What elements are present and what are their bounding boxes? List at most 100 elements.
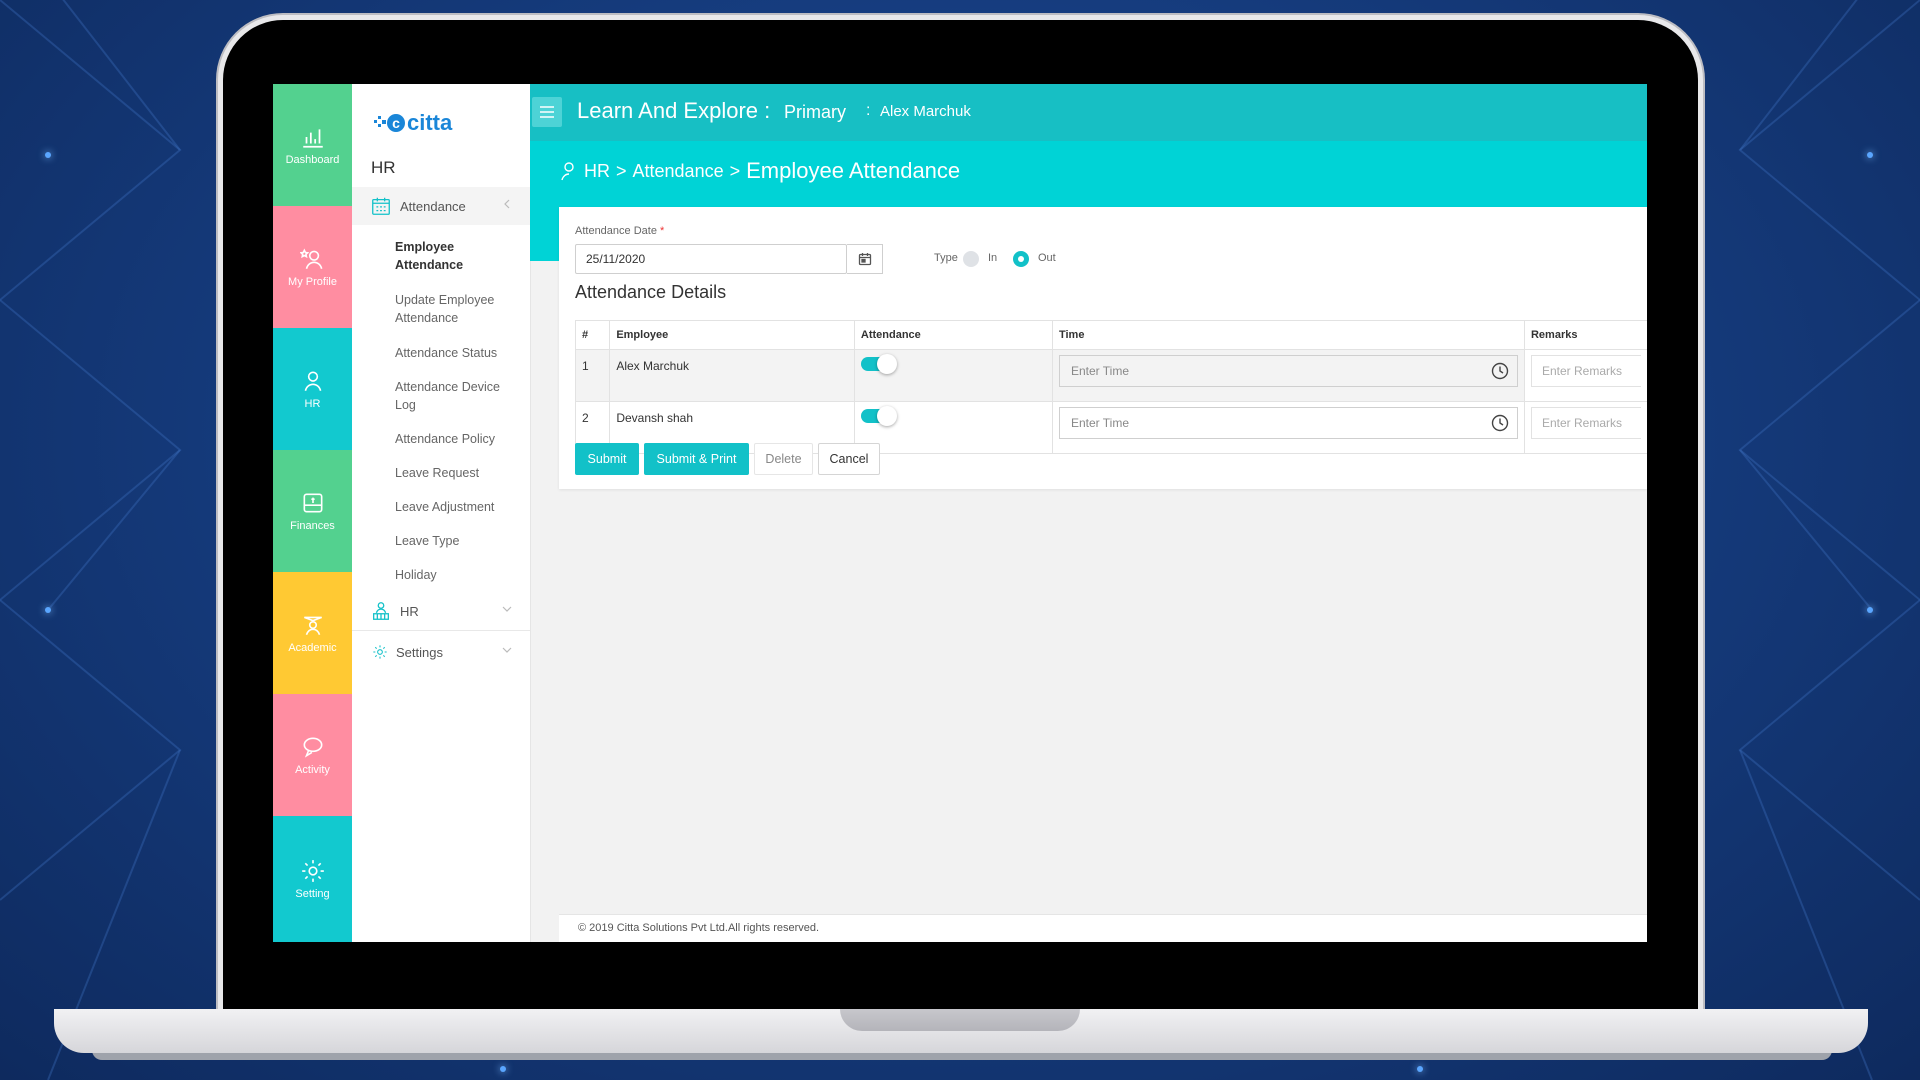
rail-item-setting[interactable]: Setting (273, 816, 352, 942)
table-row: 1 Alex Marchuk Enter Time Enter Remarks (574, 349, 1647, 402)
calendar-icon (858, 253, 871, 266)
attendance-toggle[interactable] (860, 354, 901, 374)
menu-group-label: Attendance (400, 198, 466, 214)
menu-group-hr[interactable]: HR (352, 592, 530, 631)
submenu-leave-request[interactable]: Leave Request (395, 464, 520, 482)
submenu-leave-type[interactable]: Leave Type (395, 532, 520, 550)
menu-group-settings[interactable]: Settings (352, 633, 530, 671)
rail-item-finances[interactable]: Finances (273, 450, 352, 572)
attendance-card: Attendance Date * 25/11/2020 Type In Out… (559, 207, 1647, 489)
time-placeholder: Enter Time (1070, 364, 1130, 378)
date-picker-button[interactable] (847, 244, 883, 274)
header-separator: : (866, 102, 871, 119)
chat-bubble-icon (303, 737, 322, 758)
section-title: Attendance Details (575, 282, 727, 302)
app-screen: Dashboard My Profile HR Finances Academi… (273, 84, 1647, 942)
column-header: Employee (609, 320, 855, 350)
side-menu-title: HR (371, 158, 396, 177)
glow-dot (45, 152, 51, 158)
person-icon (561, 162, 574, 181)
remarks-input[interactable]: Enter Remarks (1530, 407, 1641, 439)
remarks-cell: Enter Remarks (1523, 401, 1647, 454)
row-number: 1 (574, 349, 611, 402)
type-in-radio[interactable] (963, 251, 979, 267)
icon-rail: Dashboard My Profile HR Finances Academi… (273, 84, 352, 942)
calendar-icon (372, 197, 390, 215)
breadcrumb-current: Employee Attendance (746, 158, 961, 183)
remarks-input[interactable]: Enter Remarks (1530, 355, 1641, 387)
menu-toggle-button[interactable] (532, 97, 562, 127)
rail-label: Finances (290, 520, 335, 532)
required-mark: * (660, 225, 665, 237)
employee-name: Alex Marchuk (609, 349, 855, 402)
top-bar: Learn And Explore : Primary : Alex March… (530, 84, 1647, 141)
time-cell: Enter Time (1051, 401, 1525, 454)
time-input[interactable]: Enter Time (1058, 407, 1518, 439)
svg-text:c: c (392, 115, 400, 131)
time-input[interactable]: Enter Time (1058, 355, 1518, 387)
delete-button[interactable]: Delete (754, 443, 813, 475)
type-out-label: Out (1038, 252, 1056, 264)
menu-group-label: Settings (396, 644, 443, 660)
type-out-radio[interactable] (1013, 251, 1029, 267)
rail-item-dashboard[interactable]: Dashboard (273, 84, 352, 206)
profile-star-icon (299, 248, 322, 269)
rail-label: My Profile (288, 276, 337, 288)
submenu-holiday[interactable]: Holiday (395, 566, 520, 584)
rail-label: Activity (295, 764, 330, 776)
rail-item-my-profile[interactable]: My Profile (273, 206, 352, 328)
attendance-date-label: Attendance Date * (575, 225, 664, 237)
chevron-down-icon (502, 606, 512, 612)
laptop-notch (840, 1009, 1080, 1031)
glow-dot (500, 1066, 506, 1072)
graduate-icon (303, 616, 322, 636)
chevron-left-icon (504, 199, 510, 209)
rail-item-activity[interactable]: Activity (273, 694, 352, 816)
gear-icon (301, 860, 324, 882)
column-header: Time (1051, 320, 1525, 350)
submenu-leave-adjustment[interactable]: Leave Adjustment (395, 498, 520, 516)
clock-icon (1491, 414, 1509, 432)
label-text: Attendance Date (575, 225, 657, 237)
glow-dot (45, 607, 51, 613)
table-header-row: # Employee Attendance Time Remarks (574, 320, 1647, 350)
rail-label: HR (304, 398, 321, 410)
bar-chart-icon (302, 129, 323, 148)
column-header: # (574, 320, 611, 350)
person-icon (304, 371, 321, 391)
rail-item-hr[interactable]: HR (273, 328, 352, 450)
menu-group-attendance[interactable]: Attendance (352, 187, 530, 225)
user-name[interactable]: Alex Marchuk (880, 103, 971, 120)
breadcrumb: HR > Attendance > Employee Attendance (560, 158, 960, 184)
hr-people-icon (373, 602, 389, 620)
rail-item-academic[interactable]: Academic (273, 572, 352, 694)
submenu-attendance-device-log[interactable]: Attendance Device Log (395, 378, 520, 414)
side-menu: c citta HR Attendance Employee Attendanc… (352, 84, 531, 942)
branch-name[interactable]: Primary (784, 102, 846, 123)
menu-group-label: HR (400, 603, 419, 619)
column-header: Remarks (1523, 320, 1647, 350)
breadcrumb-attendance[interactable]: Attendance (633, 161, 724, 182)
hamburger-icon (540, 106, 554, 118)
type-label: Type (934, 252, 958, 264)
attendance-toggle[interactable] (860, 406, 901, 426)
breadcrumb-separator: > (729, 160, 741, 181)
submenu-employee-attendance[interactable]: Employee Attendance (395, 238, 520, 274)
submenu-update-employee-attendance[interactable]: Update Employee Attendance (395, 291, 520, 327)
remarks-cell: Enter Remarks (1523, 349, 1647, 402)
rail-label: Setting (295, 888, 330, 900)
cancel-button[interactable]: Cancel (818, 443, 880, 475)
breadcrumb-hr[interactable]: HR (584, 161, 610, 182)
time-cell: Enter Time (1051, 349, 1525, 402)
attendance-cell (853, 401, 1053, 454)
time-placeholder: Enter Time (1070, 416, 1130, 430)
submenu-attendance-status[interactable]: Attendance Status (395, 344, 520, 362)
attendance-date-input[interactable]: 25/11/2020 (575, 244, 847, 274)
submit-button[interactable]: Submit (575, 443, 639, 475)
submenu-attendance-policy[interactable]: Attendance Policy (395, 430, 520, 448)
glow-dot (1417, 1066, 1423, 1072)
submit-print-button[interactable]: Submit & Print (644, 443, 749, 475)
page-footer: © 2019 Citta Solutions Pvt Ltd.All right… (559, 914, 1647, 942)
gear-icon (373, 645, 387, 659)
type-in-label: In (988, 252, 998, 264)
